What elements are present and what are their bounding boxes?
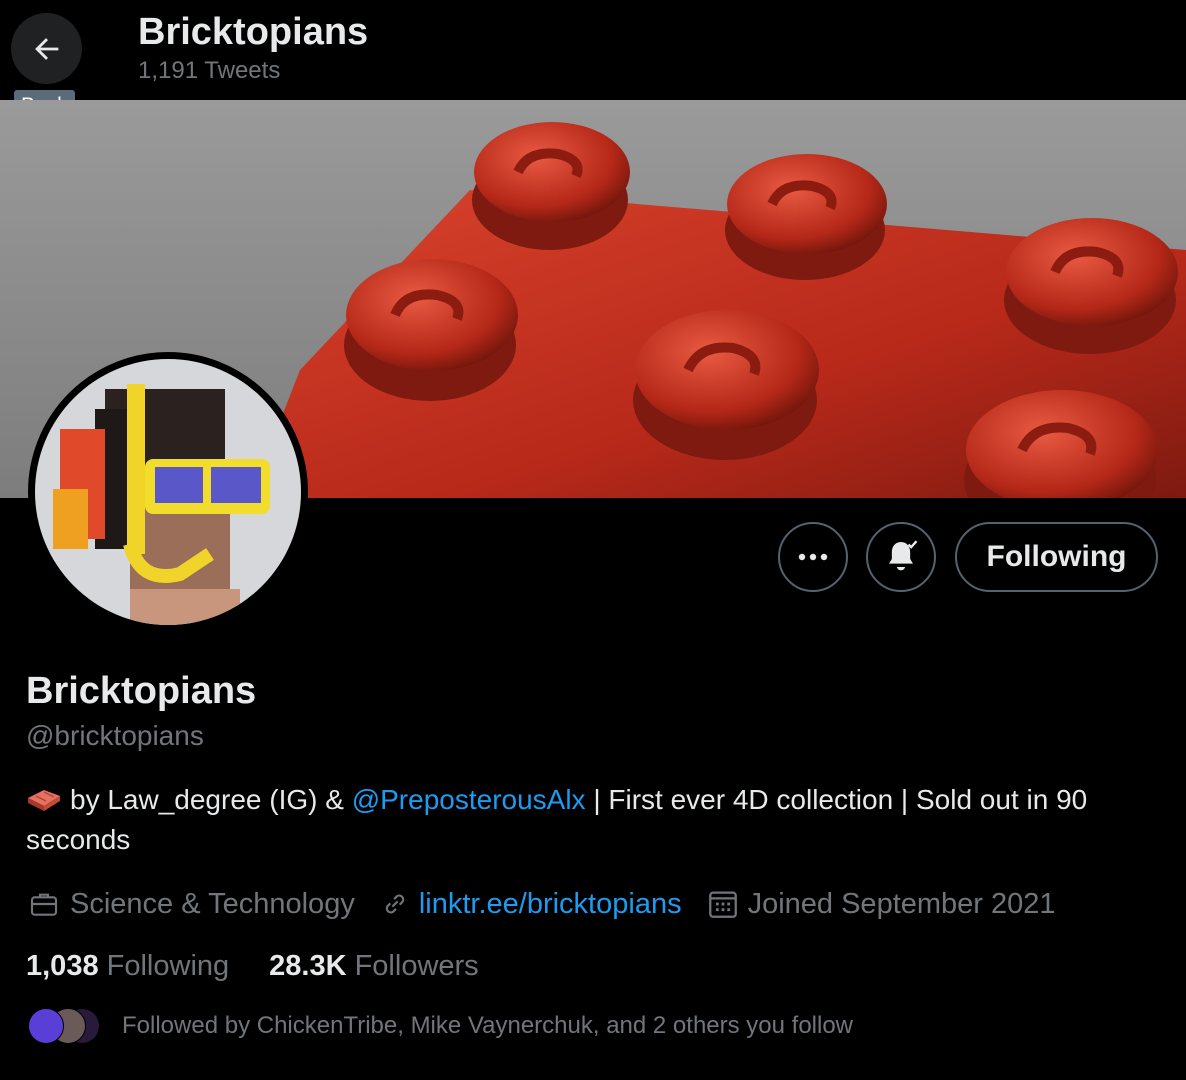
website-link[interactable]: linktr.ee/bricktopians xyxy=(419,888,682,921)
arrow-left-icon xyxy=(34,37,58,60)
followers-stat[interactable]: 28.3K Followers xyxy=(269,946,479,986)
bell-check-icon xyxy=(889,540,918,571)
bio-mention-link[interactable]: @PreposterousAlx xyxy=(352,784,586,815)
followers-label: Followers xyxy=(354,950,479,982)
back-button[interactable] xyxy=(11,13,82,84)
bio-text: by Law_degree (IG) & xyxy=(70,784,352,815)
join-date-label: Joined September 2021 xyxy=(747,887,1056,920)
followed-by[interactable]: Followed by ChickenTribe, Mike Vaynerchu… xyxy=(26,1008,853,1044)
follow-stats: 1,038 Following 28.3K Followers xyxy=(26,946,519,986)
briefcase-icon xyxy=(30,893,58,916)
avatar[interactable] xyxy=(28,352,308,632)
more-button[interactable] xyxy=(778,522,848,592)
followers-count: 28.3K xyxy=(269,950,347,982)
profile-header: Back Bricktopians 1,191 Tweets xyxy=(0,0,1186,122)
following-count: 1,038 xyxy=(26,950,99,982)
avatar-image xyxy=(35,359,301,625)
category: Science & Technology xyxy=(26,888,355,921)
link-icon xyxy=(385,894,404,914)
brick-emoji-icon xyxy=(28,790,60,811)
display-name: Bricktopians xyxy=(26,670,257,712)
website: linktr.ee/bricktopians xyxy=(379,888,682,921)
followed-by-text: Followed by ChickenTribe, Mike Vaynerchu… xyxy=(122,1012,854,1039)
category-label: Science & Technology xyxy=(70,887,355,920)
followers-you-know-avatars xyxy=(26,1008,100,1044)
bio: by Law_degree (IG) & @PreposterousAlx | … xyxy=(26,780,1166,860)
page-title: Bricktopians xyxy=(138,11,369,53)
calendar-icon xyxy=(708,891,737,918)
tweet-count: 1,191 Tweets xyxy=(138,57,281,84)
handle: @bricktopians xyxy=(26,720,204,751)
profile-meta: Science & Technology linktr.ee/bricktopi… xyxy=(26,884,1080,924)
more-icon xyxy=(798,553,828,561)
notifications-button[interactable] xyxy=(866,522,936,592)
following-button[interactable]: Following xyxy=(955,522,1158,592)
join-date: Joined September 2021 xyxy=(706,887,1056,921)
following-stat[interactable]: 1,038 Following xyxy=(26,946,229,986)
mini-avatar xyxy=(28,1008,64,1044)
following-label: Following xyxy=(106,950,230,982)
